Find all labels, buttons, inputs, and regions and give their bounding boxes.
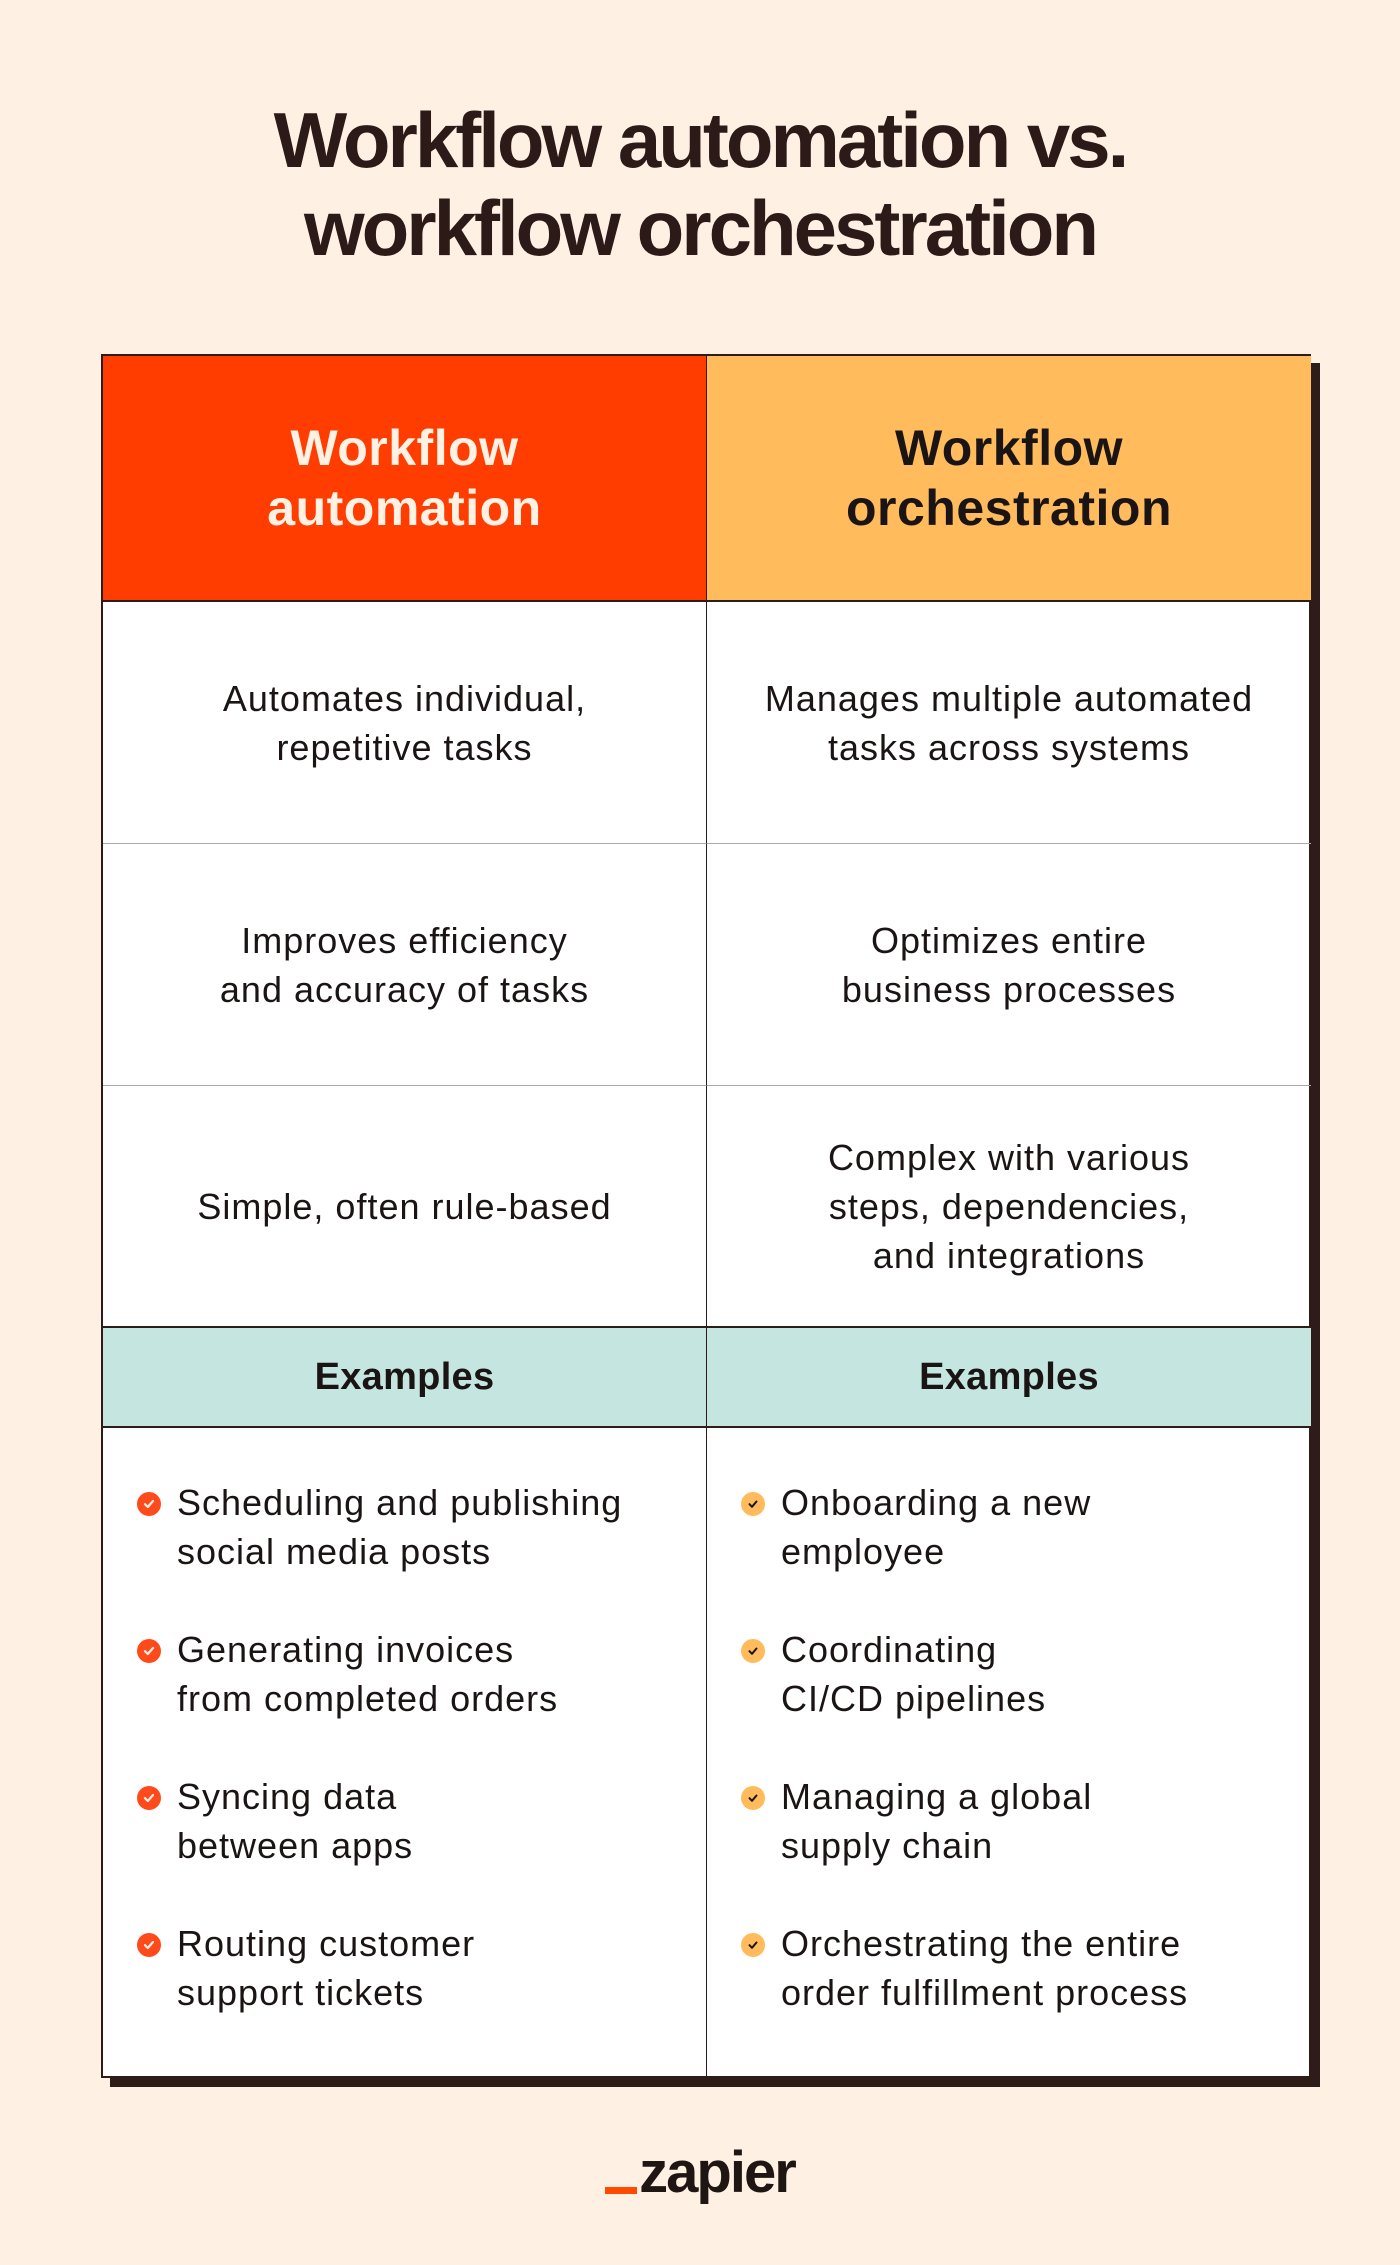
title-line-1: Workflow automation vs. (273, 96, 1130, 184)
orchestration-examples-header: Examples (707, 1328, 1311, 1428)
header-orchestration-line-2: orchestration (845, 480, 1172, 536)
item-line: Managing a global (781, 1776, 1093, 1817)
logo-underscore-icon (605, 2187, 638, 2194)
list-item: Syncing data between apps (135, 1772, 622, 1870)
item-line: support tickets (177, 1972, 425, 2013)
check-circle-icon (741, 1639, 765, 1663)
item-line: between apps (177, 1825, 414, 1866)
automation-row-complexity: Simple, often rule-based (103, 1086, 707, 1328)
orchestration-row-scope: Manages multiple automated tasks across … (707, 602, 1311, 844)
list-item: Generating invoices from completed order… (135, 1625, 622, 1723)
examples-label: Examples (314, 1355, 495, 1398)
logo-text: zapier (639, 2140, 797, 2205)
cell-line: Optimizes entire (870, 919, 1148, 961)
header-automation-line-2: automation (267, 480, 542, 536)
cell-line: repetitive tasks (276, 726, 533, 768)
orchestration-examples: Onboarding a new employee Coordinating C… (707, 1428, 1311, 2076)
cell-line: and accuracy of tasks (219, 968, 590, 1010)
item-line: Generating invoices (177, 1629, 515, 1670)
list-item: Orchestrating the entire order fulfillme… (739, 1919, 1188, 2017)
header-orchestration-line-1: Workflow (894, 420, 1124, 476)
item-line: Syncing data (177, 1776, 398, 1817)
item-line: order fulfillment process (781, 1972, 1189, 2013)
cell-line: Improves efficiency (241, 919, 568, 961)
orchestration-row-complexity: Complex with various steps, dependencies… (707, 1086, 1311, 1328)
zapier-logo: zapier (0, 2138, 1400, 2210)
item-line: CI/CD pipelines (781, 1678, 1047, 1719)
examples-label: Examples (919, 1355, 1099, 1398)
item-line: Orchestrating the entire (781, 1923, 1182, 1964)
list-item: Onboarding a new employee (739, 1478, 1188, 1576)
header-automation-line-1: Workflow (290, 420, 519, 476)
title-line-2: workflow orchestration (303, 184, 1099, 272)
list-item: Scheduling and publishing social media p… (135, 1478, 622, 1576)
header-workflow-orchestration: Workflow orchestration (707, 356, 1311, 602)
cell-line: business processes (841, 968, 1177, 1010)
automation-examples-header: Examples (103, 1328, 707, 1428)
cell-line: Automates individual, (222, 677, 587, 719)
check-circle-icon (137, 1933, 161, 1957)
item-line: Routing customer (177, 1923, 476, 1964)
cell-line: and integrations (872, 1234, 1146, 1276)
check-circle-icon (137, 1639, 161, 1663)
check-circle-icon (741, 1933, 765, 1957)
list-item: Coordinating CI/CD pipelines (739, 1625, 1188, 1723)
check-circle-icon (741, 1492, 765, 1516)
item-line: supply chain (781, 1825, 994, 1866)
orchestration-row-benefit: Optimizes entire business processes (707, 844, 1311, 1086)
list-item: Routing customer support tickets (135, 1919, 622, 2017)
page-title: Workflow automation vs. workflow orchest… (0, 96, 1400, 272)
cell-line: tasks across systems (827, 726, 1191, 768)
cell-line: Complex with various (827, 1136, 1191, 1178)
comparison-table: Workflow automation Workflow orchestrati… (101, 354, 1320, 2087)
item-line: Coordinating (781, 1629, 998, 1670)
comparison-grid: Workflow automation Workflow orchestrati… (101, 354, 1311, 2078)
check-circle-icon (741, 1786, 765, 1810)
cell-line: Manages multiple automated (764, 677, 1254, 719)
check-circle-icon (137, 1786, 161, 1810)
cell-line: Simple, often rule-based (197, 1185, 612, 1227)
item-line: Scheduling and publishing (177, 1482, 623, 1523)
list-item: Managing a global supply chain (739, 1772, 1188, 1870)
automation-examples: Scheduling and publishing social media p… (103, 1428, 707, 2076)
automation-row-scope: Automates individual, repetitive tasks (103, 602, 707, 844)
item-line: social media posts (177, 1531, 492, 1572)
automation-examples-list: Scheduling and publishing social media p… (135, 1478, 622, 2066)
item-line: Onboarding a new (781, 1482, 1092, 1523)
item-line: from completed orders (177, 1678, 559, 1719)
automation-row-benefit: Improves efficiency and accuracy of task… (103, 844, 707, 1086)
cell-line: steps, dependencies, (828, 1185, 1190, 1227)
check-circle-icon (137, 1492, 161, 1516)
header-workflow-automation: Workflow automation (103, 356, 707, 602)
orchestration-examples-list: Onboarding a new employee Coordinating C… (739, 1478, 1188, 2066)
item-line: employee (781, 1531, 946, 1572)
